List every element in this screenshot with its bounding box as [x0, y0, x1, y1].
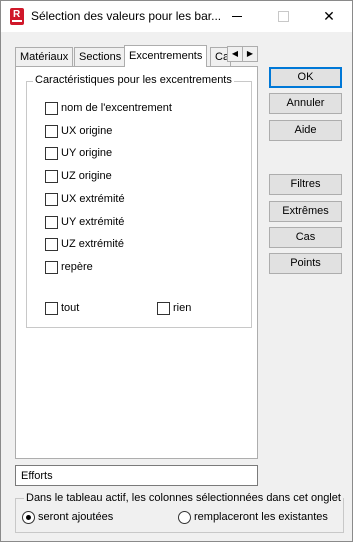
checkbox-box[interactable] — [45, 261, 58, 274]
tab-panel: Caractéristiques pour les excentrements … — [15, 66, 258, 459]
efforts-field[interactable]: Efforts — [15, 465, 258, 486]
checkbox-label: tout — [61, 302, 80, 314]
maximize-icon — [278, 11, 289, 22]
radio-label: seront ajoutées — [38, 511, 114, 523]
maximize-button[interactable] — [260, 1, 306, 32]
cancel-button[interactable]: Annuler — [269, 93, 342, 114]
checkbox-box[interactable] — [45, 102, 58, 115]
chevron-left-icon: ◀ — [231, 49, 239, 58]
checkbox-label: UZ extrémité — [61, 238, 124, 250]
ok-button[interactable]: OK — [269, 67, 342, 88]
close-button[interactable]: ✕ — [306, 1, 352, 32]
checkbox-label: UZ origine — [61, 170, 112, 182]
minimize-icon — [232, 16, 242, 17]
checkbox-label: UX extrémité — [61, 193, 125, 205]
insertion-mode-group: Dans le tableau actif, les colonnes séle… — [15, 492, 344, 533]
checkbox-box[interactable] — [45, 125, 58, 138]
characteristics-group: Caractéristiques pour les excentrements … — [26, 74, 252, 328]
filters-button[interactable]: Filtres — [269, 174, 342, 195]
checkbox-label: UY extrémité — [61, 216, 125, 228]
close-icon: ✕ — [323, 8, 335, 24]
tab-materiaux[interactable]: Matériaux — [15, 47, 74, 66]
help-button[interactable]: Aide — [269, 120, 342, 141]
checkbox-label: UX origine — [61, 125, 113, 137]
checkbox-label: repère — [61, 261, 93, 273]
radio-button[interactable] — [22, 511, 35, 524]
window-title: Sélection des valeurs pour les bar... — [31, 9, 222, 23]
checkbox-box[interactable] — [45, 302, 58, 315]
checkbox-label: UY origine — [61, 147, 113, 159]
radio-button[interactable] — [178, 511, 191, 524]
tab-sections[interactable]: Sections — [74, 47, 127, 66]
checkbox-box[interactable] — [45, 193, 58, 206]
cases-button[interactable]: Cas — [269, 227, 342, 248]
checkbox-box[interactable] — [157, 302, 170, 315]
radio-label: remplaceront les existantes — [194, 511, 328, 523]
checkbox-box[interactable] — [45, 170, 58, 183]
points-button[interactable]: Points — [269, 253, 342, 274]
extremes-button[interactable]: Extrêmes — [269, 201, 342, 222]
app-logo-icon: R — [10, 8, 24, 25]
tab-excentrements[interactable]: Excentrements — [124, 45, 208, 67]
checkbox-box[interactable] — [45, 216, 58, 229]
checkbox-label: nom de l'excentrement — [61, 102, 172, 114]
chevron-right-icon: ▶ — [246, 49, 254, 58]
tab-scroll-left-button[interactable]: ◀ — [227, 46, 243, 62]
checkbox-box[interactable] — [45, 147, 58, 160]
checkbox-box[interactable] — [45, 238, 58, 251]
title-bar[interactable]: R Sélection des valeurs pour les bar... … — [1, 1, 352, 32]
insertion-mode-title: Dans le tableau actif, les colonnes séle… — [24, 492, 343, 504]
group-title: Caractéristiques pour les excentrements — [33, 74, 234, 86]
radio-selected-dot — [26, 515, 31, 520]
dialog-window: R Sélection des valeurs pour les bar... … — [0, 0, 353, 542]
tab-scroll-right-button[interactable]: ▶ — [242, 46, 258, 62]
checkbox-label: rien — [173, 302, 192, 314]
minimize-button[interactable] — [214, 1, 260, 32]
